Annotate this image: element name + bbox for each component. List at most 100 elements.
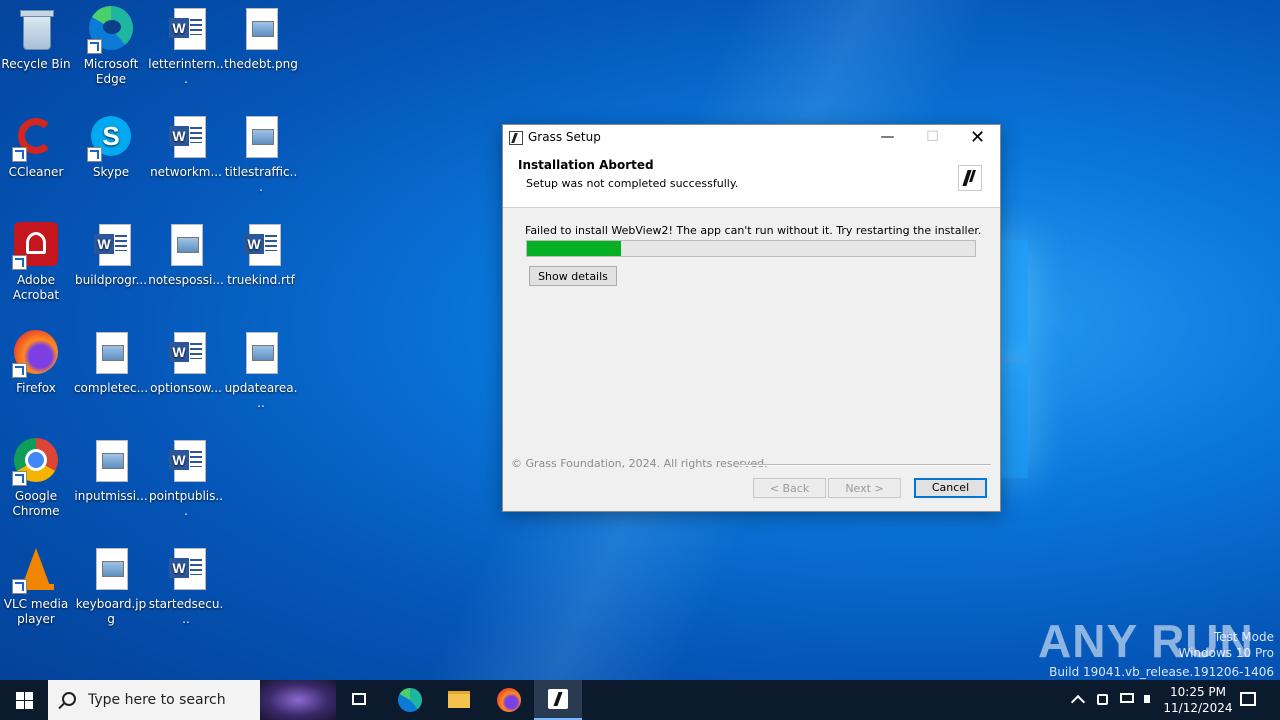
edge-icon (398, 688, 422, 712)
word-document-icon: W (162, 114, 210, 162)
close-button[interactable]: ✕ (955, 125, 1000, 150)
image-file-icon (237, 330, 285, 378)
desktop-icon-label: pointpublis... (149, 489, 223, 518)
minimize-button[interactable]: — (865, 125, 910, 150)
notification-icon (1240, 692, 1256, 706)
error-message: Failed to install WebView2! The app can'… (525, 224, 982, 237)
setup-dialog: Grass Setup — ☐ ✕ Installation Aborted S… (502, 124, 1001, 512)
volume-button[interactable] (1141, 680, 1161, 720)
desktop-icon-buildprogr[interactable]: W buildprogr... (73, 216, 149, 288)
build-text: Build 19041.vb_release.191206-1406 (1049, 665, 1274, 679)
desktop-icon-label: inputmissi... (74, 489, 148, 503)
dialog-titlebar[interactable]: Grass Setup — ☐ ✕ (503, 125, 1000, 150)
desktop-icon-label: keyboard.jpg (75, 597, 147, 626)
desktop-icon-label: CCleaner (8, 165, 64, 179)
dialog-header: Installation Aborted Setup was not compl… (503, 150, 1000, 208)
desktop-icon-label: thedebt.png (224, 57, 298, 71)
search-icon (62, 692, 76, 706)
desktop-icon-truekind-rtf[interactable]: W truekind.rtf (223, 216, 299, 288)
desktop-icon-updatearea[interactable]: updatearea... (223, 324, 299, 411)
start-button[interactable] (0, 680, 48, 720)
windows-edition-text: Windows 10 Pro (1178, 646, 1274, 660)
cancel-button[interactable]: Cancel (914, 478, 987, 498)
camera-icon (1097, 694, 1108, 705)
back-button[interactable]: < Back (753, 478, 826, 498)
footer-divider (739, 464, 991, 466)
desktop-icon-titlestraffic[interactable]: titlestraffic... (223, 108, 299, 195)
desktop-icon-label: notespossi... (148, 273, 224, 287)
skype-icon: S (87, 114, 135, 162)
header-title: Installation Aborted (518, 158, 654, 172)
desktop-icon-networkm[interactable]: W networkm... (148, 108, 224, 180)
desktop-icon-letterintern[interactable]: W letterintern... (148, 0, 224, 87)
image-file-icon (162, 222, 210, 270)
desktop-icon-label: buildprogr... (74, 273, 148, 287)
taskbar-file-explorer[interactable] (435, 680, 483, 720)
vlc-cone-icon (12, 546, 60, 594)
action-center-button[interactable] (1236, 680, 1260, 720)
desktop-icon-keyboard-jpg[interactable]: keyboard.jpg (73, 540, 149, 627)
desktop-icon-google-chrome[interactable]: Google Chrome (0, 432, 74, 519)
desktop-icon-ccleaner[interactable]: CCleaner (0, 108, 74, 180)
desktop-icon-startedsecu[interactable]: W startedsecu... (148, 540, 224, 627)
desktop-icon-optionsow[interactable]: W optionsow... (148, 324, 224, 396)
desktop-icon-label: Google Chrome (12, 489, 60, 518)
next-button[interactable]: Next > (828, 478, 901, 498)
windows-logo-wallpaper (1000, 240, 1280, 480)
edge-icon (87, 6, 135, 54)
tray-app-icon[interactable] (1094, 680, 1112, 720)
task-view-icon (352, 693, 366, 705)
desktop-icon-adobe-acrobat[interactable]: Adobe Acrobat (0, 216, 74, 303)
image-file-icon (87, 330, 135, 378)
maximize-button: ☐ (926, 129, 939, 145)
chrome-icon (12, 438, 60, 486)
task-view-button[interactable] (336, 680, 384, 720)
desktop-icon-thedebt-png[interactable]: thedebt.png (223, 0, 299, 72)
desktop-icon-label: Recycle Bin (1, 57, 71, 71)
desktop-icon-firefox[interactable]: Firefox (0, 324, 74, 396)
search-highlight-image (260, 680, 336, 720)
desktop-icon-completec[interactable]: completec... (73, 324, 149, 396)
chevron-up-icon (1070, 694, 1086, 710)
progress-fill (527, 241, 622, 256)
desktop-icon-inputmissi[interactable]: inputmissi... (73, 432, 149, 504)
firefox-icon (497, 688, 521, 712)
taskbar-clock[interactable]: 10:25 PM 11/12/2024 (1160, 684, 1236, 716)
word-document-icon: W (162, 546, 210, 594)
desktop-icon-label: Skype (92, 165, 130, 179)
word-document-icon: W (162, 6, 210, 54)
firefox-icon (12, 330, 60, 378)
dialog-title: Grass Setup (528, 130, 601, 144)
desktop-icon-label: Firefox (16, 381, 56, 395)
desktop-icon-notespossi[interactable]: notespossi... (148, 216, 224, 288)
taskbar-firefox[interactable] (485, 680, 533, 720)
desktop-icon-label: updatearea... (224, 381, 298, 410)
search-placeholder: Type here to search (88, 692, 226, 708)
desktop-icon-recycle-bin[interactable]: Recycle Bin (0, 0, 74, 72)
adobe-acrobat-icon (12, 222, 60, 270)
taskbar-grass-setup[interactable] (534, 680, 582, 720)
folder-icon (448, 691, 470, 708)
word-document-icon: W (87, 222, 135, 270)
copyright-text: © Grass Foundation, 2024. All rights res… (511, 457, 768, 470)
desktop-icon-label: titlestraffic... (224, 165, 298, 194)
word-document-icon: W (162, 438, 210, 486)
image-file-icon (237, 114, 285, 162)
speaker-icon (1144, 695, 1150, 703)
desktop-icon-label: letterintern... (148, 57, 224, 86)
clock-date: 11/12/2024 (1163, 701, 1233, 715)
ccleaner-icon (12, 114, 60, 162)
grass-app-icon (509, 131, 523, 145)
grass-app-icon (548, 689, 568, 709)
desktop-icon-skype[interactable]: S Skype (73, 108, 149, 180)
header-subtitle: Setup was not completed successfully. (526, 177, 739, 190)
taskbar-search-box[interactable]: Type here to search (48, 680, 336, 720)
desktop-icon-vlc[interactable]: VLC media player (0, 540, 74, 627)
taskbar-edge[interactable] (386, 680, 434, 720)
show-hidden-icons-button[interactable] (1070, 680, 1086, 720)
desktop-icon-microsoft-edge[interactable]: Microsoft Edge (73, 0, 149, 87)
network-button[interactable] (1117, 680, 1137, 720)
show-details-button[interactable]: Show details (529, 266, 617, 286)
desktop-icon-label: Microsoft Edge (83, 57, 139, 86)
desktop-icon-pointpublis[interactable]: W pointpublis... (148, 432, 224, 519)
